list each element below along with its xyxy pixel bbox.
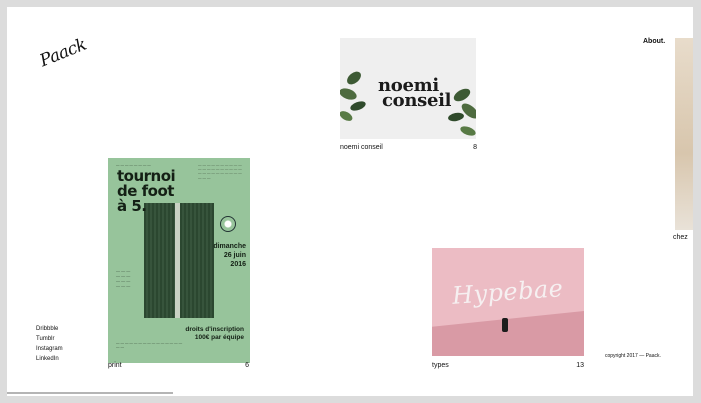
- page: Paack About. noemi conseil noemi conseil…: [7, 7, 693, 396]
- project-label-types[interactable]: types: [432, 362, 449, 369]
- copyright-text: copyright 2017 — Paack.: [605, 353, 661, 359]
- project-label-print[interactable]: print: [108, 362, 122, 369]
- noemi-title-line2: conseil: [382, 90, 452, 111]
- poster-fee-line: 100€ par équipe: [194, 334, 244, 341]
- about-link[interactable]: About.: [643, 38, 665, 45]
- project-label-noemi[interactable]: noemi conseil: [340, 144, 383, 151]
- poster-date-line: 2016: [230, 261, 246, 268]
- poster-date-line: 26 juin: [223, 252, 246, 259]
- poster-date-line: dimanche: [213, 243, 246, 250]
- project-label-chez[interactable]: chez: [673, 234, 688, 241]
- poster-date: dimanche 26 juin 2016: [186, 242, 246, 269]
- social-link-instagram[interactable]: Instagram: [36, 344, 63, 354]
- logo[interactable]: Paack: [37, 35, 89, 72]
- project-number-print: 6: [245, 362, 249, 369]
- poster-title-line: à 5.: [117, 197, 147, 215]
- poster-footer-text: — — — — — — — — — — — — — — — — —: [116, 341, 183, 350]
- project-card-chez-image[interactable]: [675, 38, 693, 230]
- social-link-linkedin[interactable]: LinkedIn: [36, 354, 63, 364]
- project-card-noemi-image[interactable]: noemi conseil: [340, 38, 476, 139]
- project-number-types: 13: [576, 362, 584, 369]
- poster-body-text: — — — — — — — — — — — — — — — — — — — — …: [198, 163, 242, 180]
- horizontal-scrollbar[interactable]: [7, 392, 173, 394]
- ball-icon: [220, 216, 236, 232]
- poster-fee: droits d'inscription 100€ par équipe: [185, 326, 244, 342]
- project-number-noemi: 8: [473, 144, 477, 151]
- noemi-image-title: noemi conseil: [378, 77, 452, 111]
- project-card-print-image[interactable]: — — — — — — — — — — — — — — — — — — — — …: [108, 158, 250, 363]
- poster-title: tournoi de foot à 5.: [117, 169, 176, 215]
- poster-side-text: — — — — — — — — — — — —: [116, 268, 131, 288]
- plant-left-icon: [340, 71, 366, 121]
- social-link-tumblr[interactable]: Tumblr: [36, 334, 63, 344]
- hype-image-title: Hypebae: [451, 274, 565, 310]
- social-link-dribbble[interactable]: Dribbble: [36, 324, 63, 334]
- person-figure: [502, 318, 508, 332]
- project-card-types-image[interactable]: Hypebae: [432, 248, 584, 356]
- poster-fee-line: droits d'inscription: [185, 326, 244, 333]
- pitch-line: [175, 203, 180, 318]
- hype-ramp-shape: [432, 311, 584, 356]
- social-links: Dribbble Tumblr Instagram LinkedIn: [36, 324, 63, 364]
